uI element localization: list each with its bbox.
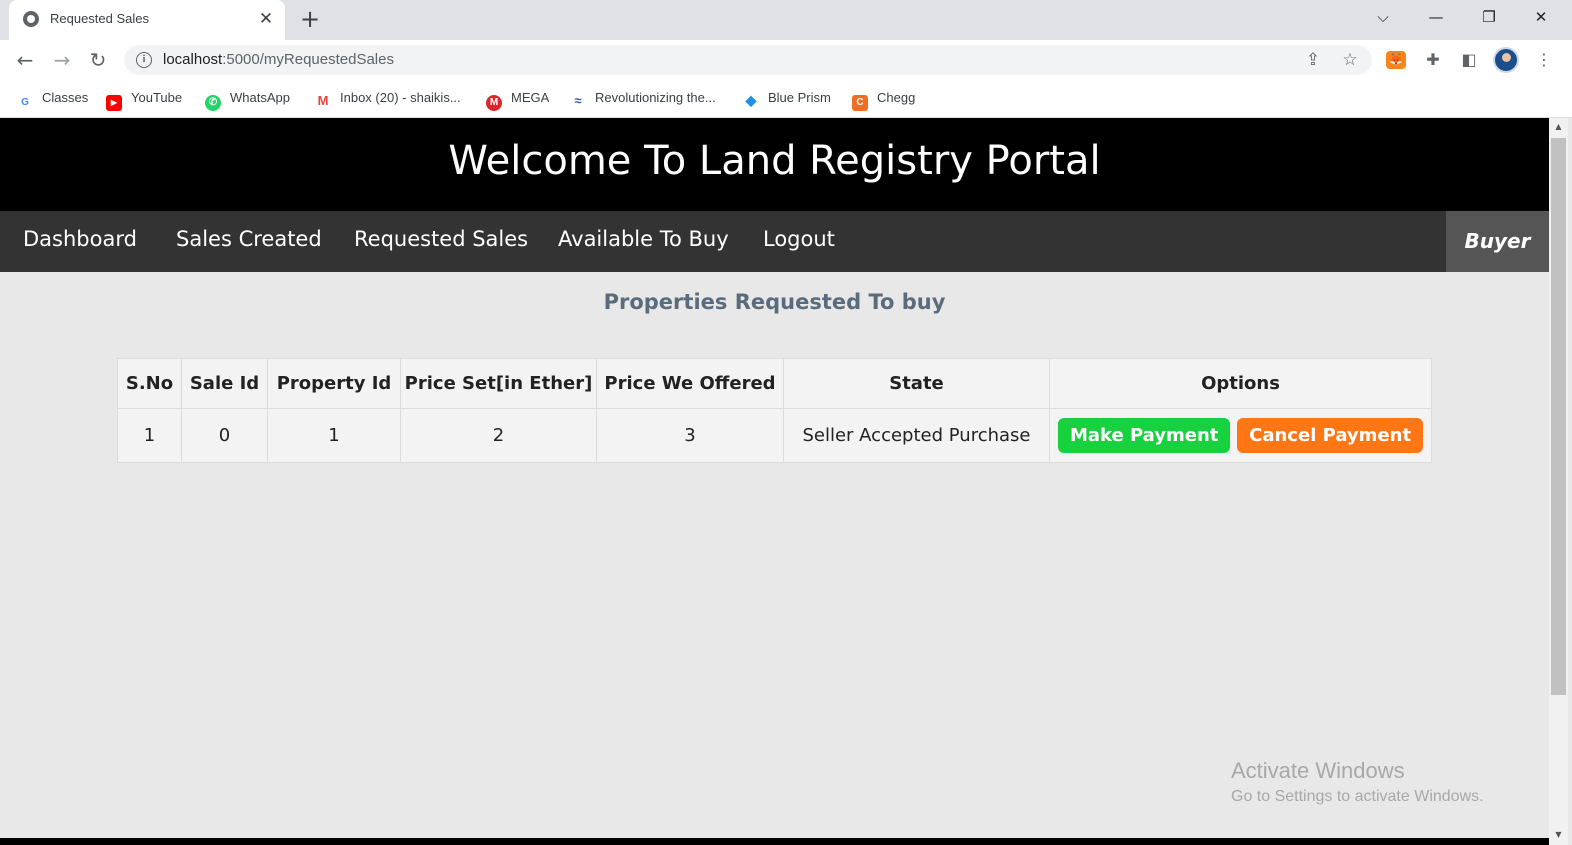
table-row: 1 0 1 2 3 Seller Accepted Purchase Make … bbox=[117, 408, 1432, 463]
tab-strip: Requested Sales ✕ + ⌵ — ❐ ✕ bbox=[0, 0, 1572, 40]
section-title: Properties Requested To buy bbox=[603, 290, 946, 314]
extensions-puzzle-icon[interactable]: ✚ bbox=[1422, 49, 1444, 71]
bookmark-inbox[interactable]: M Inbox (20) - shaikis... bbox=[315, 88, 461, 109]
bookmark-label: WhatsApp bbox=[230, 90, 290, 105]
menu-kebab-icon[interactable]: ⋮ bbox=[1533, 49, 1555, 71]
google-icon: G bbox=[17, 95, 33, 111]
scroll-up-arrow-icon[interactable]: ▲ bbox=[1554, 122, 1563, 131]
new-tab-icon[interactable]: + bbox=[298, 7, 322, 31]
nav-dashboard[interactable]: Dashboard bbox=[23, 227, 137, 251]
close-tab-icon[interactable]: ✕ bbox=[255, 8, 277, 30]
bookmark-chegg[interactable]: C Chegg bbox=[852, 88, 916, 111]
column-header: Sale Id bbox=[181, 358, 268, 409]
minimize-icon[interactable]: — bbox=[1422, 5, 1450, 29]
bookmark-label: Revolutionizing the... bbox=[595, 90, 716, 105]
forward-arrow-icon[interactable]: → bbox=[50, 48, 74, 72]
page-scrollbar[interactable]: ▲ ▼ bbox=[1549, 118, 1568, 845]
metamask-icon[interactable]: 🦊 bbox=[1386, 51, 1406, 69]
page-content: Welcome To Land Registry Portal Dashboar… bbox=[0, 118, 1549, 845]
bookmark-revolutionizing[interactable]: ≈ Revolutionizing the... bbox=[570, 88, 716, 109]
main-navbar: Dashboard Sales Created Requested Sales … bbox=[0, 211, 1549, 272]
column-header: Price Set[in Ether] bbox=[400, 358, 597, 409]
nav-requested-sales[interactable]: Requested Sales bbox=[354, 227, 528, 251]
side-panel-icon[interactable]: ◧ bbox=[1458, 49, 1480, 71]
close-window-icon[interactable]: ✕ bbox=[1527, 5, 1555, 29]
nav-sales-created[interactable]: Sales Created bbox=[176, 227, 322, 251]
url-text: localhost:5000/myRequestedSales bbox=[163, 51, 394, 68]
restore-icon[interactable]: ❐ bbox=[1475, 5, 1503, 29]
cancel-payment-button[interactable]: Cancel Payment bbox=[1237, 418, 1424, 453]
bottom-edge bbox=[0, 838, 1549, 845]
back-arrow-icon[interactable]: ← bbox=[13, 48, 37, 72]
bookmark-site-icon: ≈ bbox=[570, 93, 586, 109]
gmail-icon: M bbox=[315, 93, 331, 109]
bookmark-label: MEGA bbox=[511, 90, 550, 105]
chegg-icon: C bbox=[852, 95, 868, 111]
column-header: S.No bbox=[117, 358, 182, 409]
column-header: Price We Offered bbox=[596, 358, 784, 409]
hero-banner: Welcome To Land Registry Portal bbox=[0, 118, 1549, 211]
table-header-row: S.No Sale Id Property Id Price Set[in Et… bbox=[117, 358, 1432, 409]
address-bar[interactable]: i localhost:5000/myRequestedSales ⇪ ☆ bbox=[124, 45, 1372, 75]
cell-options: Make Payment Cancel Payment bbox=[1049, 408, 1432, 463]
cell-sno: 1 bbox=[117, 408, 182, 463]
bookmark-whatsapp[interactable]: ✆ WhatsApp bbox=[205, 88, 290, 111]
reload-icon[interactable]: ↻ bbox=[86, 48, 110, 72]
bookmark-youtube[interactable]: ▶ YouTube bbox=[106, 88, 183, 111]
tab-title: Requested Sales bbox=[50, 11, 150, 26]
mega-icon: M bbox=[486, 95, 502, 111]
column-header: State bbox=[783, 358, 1050, 409]
cell-sale-id: 0 bbox=[181, 408, 268, 463]
bookmarks-bar: G Classes ▶ YouTube ✆ WhatsApp M Inbox (20) … bbox=[0, 80, 1572, 118]
make-payment-button[interactable]: Make Payment bbox=[1057, 418, 1231, 453]
scroll-down-arrow-icon[interactable]: ▼ bbox=[1554, 830, 1563, 839]
youtube-icon: ▶ bbox=[106, 95, 122, 111]
bookmark-label: Inbox (20) - shaikis... bbox=[340, 90, 461, 105]
bookmark-label: YouTube bbox=[131, 90, 183, 105]
whatsapp-icon: ✆ bbox=[205, 95, 221, 111]
bookmark-label: Classes bbox=[42, 90, 89, 105]
requested-sales-table: S.No Sale Id Property Id Price Set[in Et… bbox=[117, 358, 1432, 463]
bookmark-mega[interactable]: M MEGA bbox=[486, 88, 550, 111]
scroll-thumb[interactable] bbox=[1551, 138, 1566, 695]
globe-icon bbox=[23, 11, 39, 27]
page-title: Welcome To Land Registry Portal bbox=[448, 138, 1101, 184]
bookmark-label: Chegg bbox=[877, 90, 916, 105]
bookmark-blue-prism[interactable]: ◆ Blue Prism bbox=[743, 88, 831, 108]
url-host: localhost bbox=[163, 51, 223, 68]
cell-price-set: 2 bbox=[400, 408, 597, 463]
nav-logout[interactable]: Logout bbox=[763, 227, 835, 251]
column-header: Property Id bbox=[267, 358, 401, 409]
cell-price-offered: 3 bbox=[596, 408, 784, 463]
tab-search-chevron-icon[interactable]: ⌵ bbox=[1369, 5, 1397, 29]
profile-avatar[interactable] bbox=[1493, 47, 1519, 73]
bookmark-star-icon[interactable]: ☆ bbox=[1339, 49, 1361, 71]
cell-property-id: 1 bbox=[267, 408, 401, 463]
site-info-icon[interactable]: i bbox=[136, 52, 152, 68]
blue-prism-icon: ◆ bbox=[743, 92, 759, 108]
bookmark-classes[interactable]: G Classes bbox=[17, 88, 89, 111]
watermark-title: Activate Windows bbox=[1231, 758, 1405, 783]
column-header: Options bbox=[1049, 358, 1432, 409]
role-badge: Buyer bbox=[1446, 211, 1549, 272]
bookmark-label: Blue Prism bbox=[768, 90, 831, 105]
browser-toolbar: ← → ↻ i localhost:5000/myRequestedSales … bbox=[0, 40, 1572, 80]
active-tab[interactable]: Requested Sales ✕ bbox=[9, 0, 285, 40]
nav-available-to-buy[interactable]: Available To Buy bbox=[558, 227, 729, 251]
windows-activation-watermark: Activate Windows Go to Settings to activ… bbox=[1231, 758, 1484, 806]
url-path: :5000/myRequestedSales bbox=[222, 51, 394, 68]
share-icon[interactable]: ⇪ bbox=[1302, 49, 1324, 71]
cell-state: Seller Accepted Purchase bbox=[783, 408, 1050, 463]
watermark-subtitle: Go to Settings to activate Windows. bbox=[1231, 788, 1484, 805]
